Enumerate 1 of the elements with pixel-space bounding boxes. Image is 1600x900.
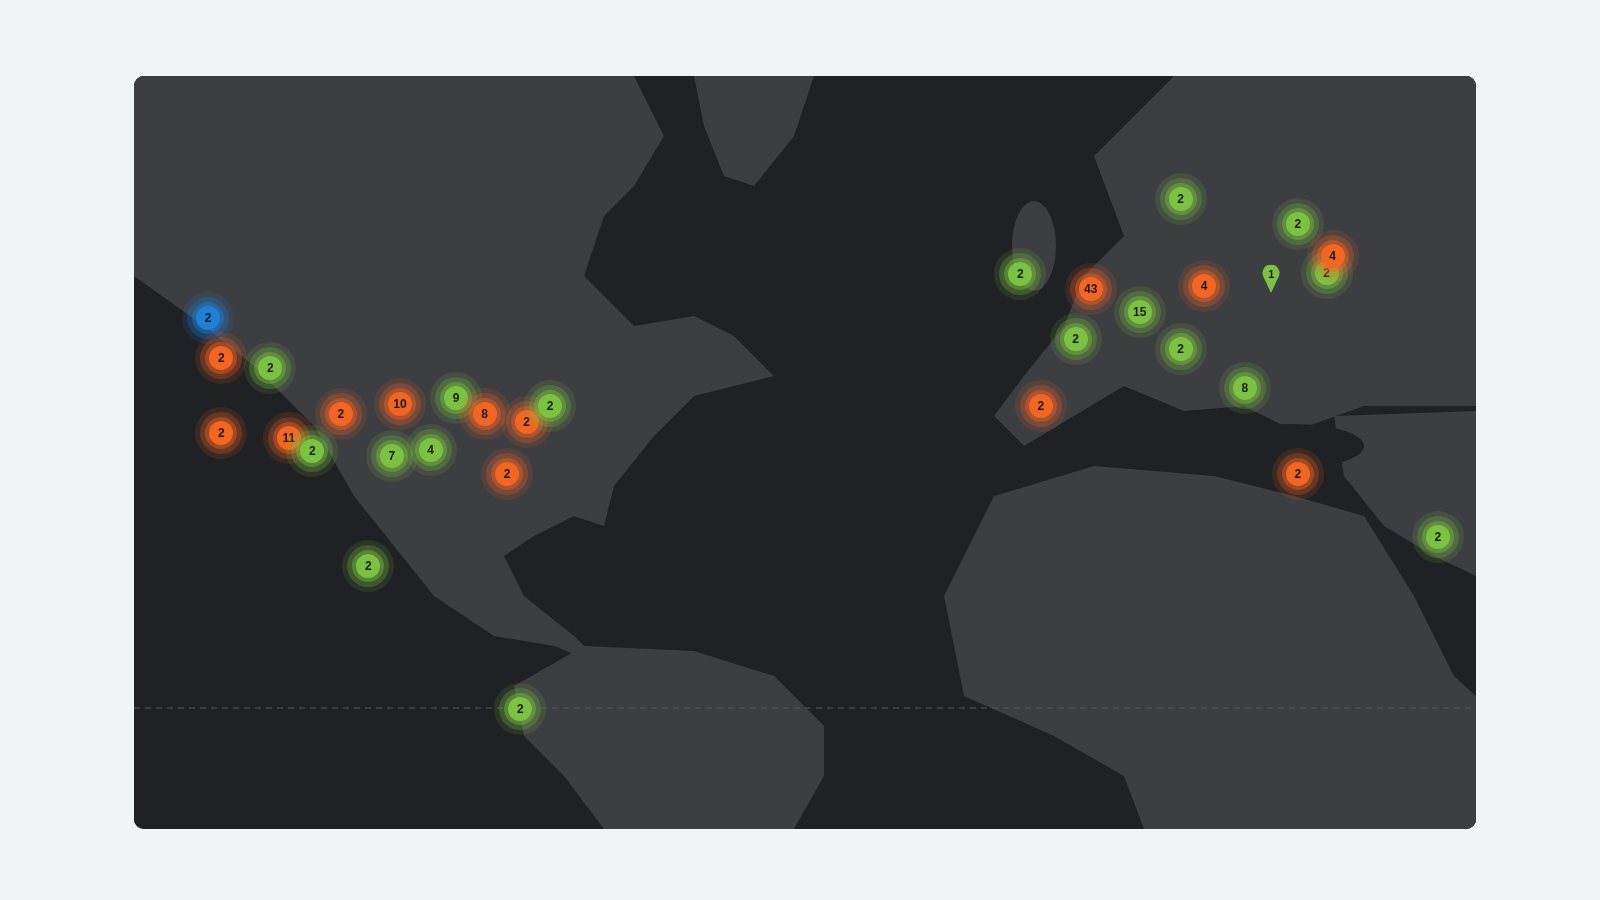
map-pin[interactable]: 1: [1262, 264, 1281, 293]
